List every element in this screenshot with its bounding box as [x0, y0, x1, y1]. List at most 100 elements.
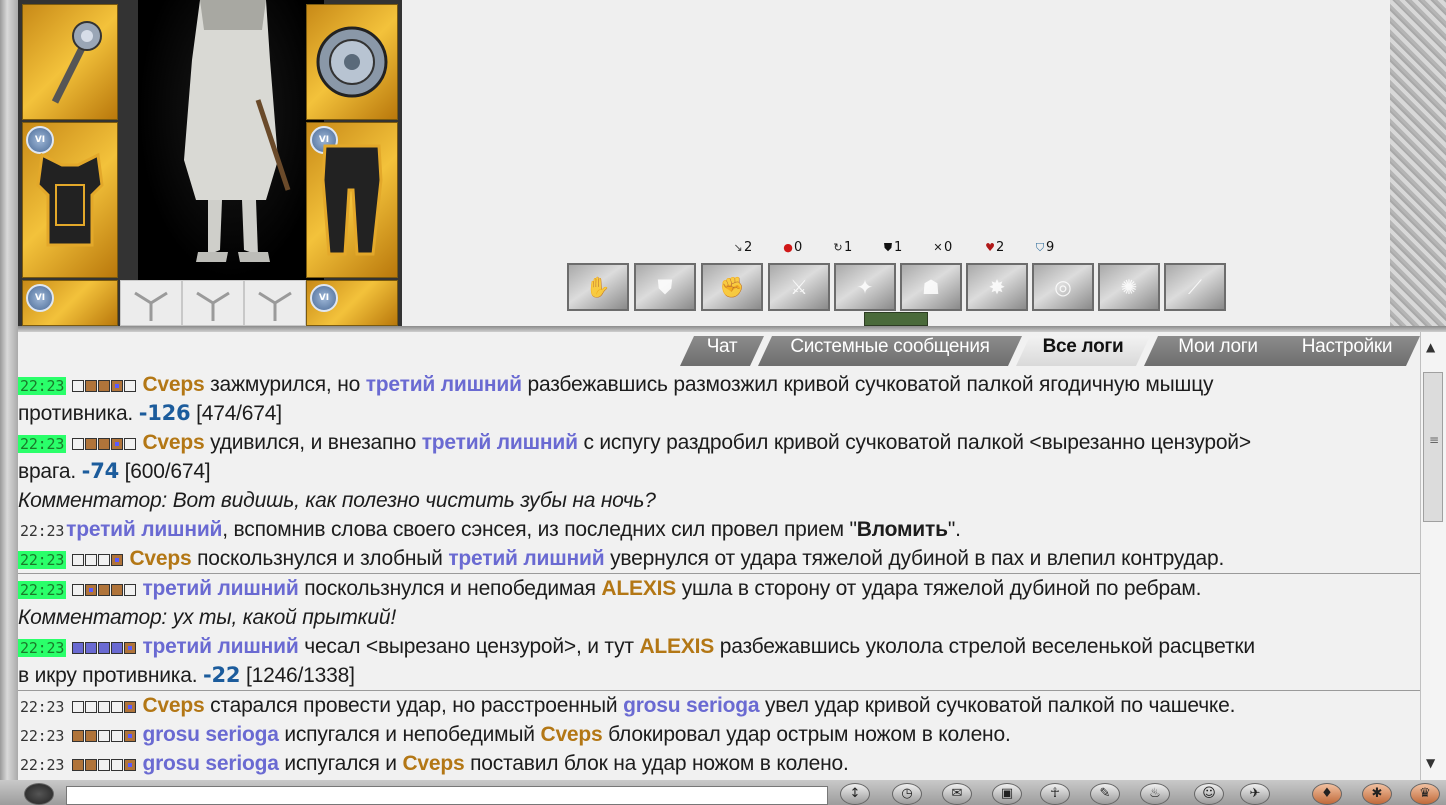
empty-ring-slot-2[interactable]: [182, 280, 244, 326]
tab-system-messages[interactable]: Системные сообщения: [758, 336, 1022, 366]
toolbar-button-3[interactable]: ✉: [942, 783, 972, 805]
log-entry-continuation: врага. -74 [600/674]: [18, 457, 1420, 486]
scroll-down-icon[interactable]: ▼: [1426, 756, 1435, 770]
log-panel: Чат Системные сообщения Все логи Мои лог…: [18, 332, 1420, 780]
damage-value: -22: [203, 663, 241, 687]
scroll-up-icon[interactable]: ▲: [1426, 340, 1435, 354]
chat-input[interactable]: [66, 786, 828, 805]
slash-icon: ✦: [856, 275, 874, 299]
spiked-shield-icon: [316, 26, 388, 98]
level-badge-icon: VI: [26, 284, 54, 312]
hit-zone-indicator: [71, 577, 137, 600]
log-tabs: Чат Системные сообщения Все логи Мои лог…: [18, 332, 1420, 370]
toolbar-button-10[interactable]: ♦: [1312, 783, 1342, 805]
technique-name: Вломить: [856, 518, 948, 541]
player-name[interactable]: Cveps: [142, 373, 204, 396]
player-name[interactable]: grosu serioga: [142, 723, 278, 746]
player-name[interactable]: третий лишний: [422, 431, 578, 454]
skill-button-8[interactable]: ◎: [1032, 263, 1094, 311]
armor-slot[interactable]: VI: [22, 122, 118, 278]
shield-skill-icon: ⛊: [657, 275, 673, 299]
stat-crossed-swords: ✕0: [932, 240, 952, 255]
hp-value: [1246/1338]: [240, 664, 355, 687]
stat-block: ⛊ 1: [882, 240, 902, 255]
player-name[interactable]: Cveps: [142, 694, 204, 717]
log-scrollbar[interactable]: ▲ ≡ ▼: [1420, 332, 1446, 780]
timestamp: 22:23: [20, 727, 65, 745]
skill-button-7[interactable]: ✸: [966, 263, 1028, 311]
boots-slot[interactable]: VI: [306, 280, 398, 326]
stat-value: 0: [944, 240, 953, 255]
tab-my-logs[interactable]: Мои логи: [1144, 336, 1292, 366]
toolbar-button-11[interactable]: ✱: [1362, 783, 1392, 805]
toolbar-button-7[interactable]: ♨: [1140, 783, 1170, 805]
player-name[interactable]: ALEXIS: [639, 635, 714, 658]
hit-zone-indicator: [71, 694, 137, 717]
fire-icon: ♨: [1149, 786, 1161, 801]
player-name[interactable]: Cveps: [402, 752, 464, 775]
timestamp: 22:23: [18, 435, 67, 453]
tab-settings[interactable]: Настройки: [1274, 336, 1420, 366]
toolbar-button-5[interactable]: ☥: [1040, 783, 1070, 805]
heart-icon: ♥: [985, 241, 995, 254]
toolbar-button-1[interactable]: ↕: [840, 783, 870, 805]
skill-button-9[interactable]: ✺: [1098, 263, 1160, 311]
mace-icon: [51, 21, 102, 104]
tab-all-logs[interactable]: Все логи: [1016, 336, 1150, 366]
toolbar-button-9[interactable]: ✈: [1240, 783, 1270, 805]
pen-icon: ✎: [1099, 786, 1111, 801]
skill-button-1[interactable]: ✋: [567, 263, 629, 311]
player-name[interactable]: grosu serioga: [142, 752, 278, 775]
toolbar-button-12[interactable]: ♛: [1410, 783, 1440, 805]
timestamp: 22:23: [18, 581, 67, 599]
character-equipment-panel: VI VI VI VI: [18, 0, 402, 326]
weapon-slot[interactable]: [22, 4, 118, 120]
skill-button-10[interactable]: ⟋: [1164, 263, 1226, 311]
player-name[interactable]: третий лишний: [366, 373, 522, 396]
skill-cooldown-indicator: [864, 312, 928, 326]
timestamp: 22:23: [18, 639, 67, 657]
shield-slot[interactable]: [306, 4, 398, 120]
player-name[interactable]: Cveps: [142, 431, 204, 454]
empty-ring-slot-1[interactable]: [120, 280, 182, 326]
ring-placeholder-icon: [134, 291, 168, 321]
log-text: увел удар кривой сучковатой палкой по ча…: [759, 694, 1236, 717]
window-icon: ▣: [1000, 786, 1014, 801]
log-entry: 22:23 третий лишний поскользнулся и непо…: [18, 573, 1420, 603]
skill-button-5[interactable]: ✦: [834, 263, 896, 311]
grip-icon: ≡: [1429, 433, 1440, 447]
player-name[interactable]: третий лишний: [448, 547, 604, 570]
skill-button-2[interactable]: ⛊: [634, 263, 696, 311]
leggings-slot[interactable]: VI: [306, 122, 398, 278]
chest-armor-icon: [36, 152, 104, 247]
toolbar-button-2[interactable]: ◷: [892, 783, 922, 805]
skill-button-3[interactable]: ✊: [701, 263, 763, 311]
player-name[interactable]: Cveps: [540, 723, 602, 746]
toolbar-button-4[interactable]: ▣: [992, 783, 1022, 805]
ring-placeholder-icon: [196, 291, 230, 321]
player-name[interactable]: третий лишний: [142, 577, 298, 600]
empty-ring-slot-3[interactable]: [244, 280, 306, 326]
blood-drop-icon: ●: [783, 241, 793, 254]
warrior-icon: ☗: [922, 275, 940, 299]
log-text: врага.: [18, 460, 82, 483]
hit-zone-indicator: [71, 752, 137, 775]
smiley-icon[interactable]: [24, 783, 54, 805]
belt-slot[interactable]: VI: [22, 280, 118, 326]
player-name[interactable]: Cveps: [129, 547, 191, 570]
log-entry-continuation: в икру противника. -22 [1246/1338]: [18, 661, 1420, 690]
player-name[interactable]: grosu serioga: [623, 694, 759, 717]
player-name[interactable]: третий лишний: [66, 518, 222, 541]
mail-icon: ✉: [951, 786, 963, 801]
scroll-thumb[interactable]: ≡: [1423, 372, 1443, 522]
player-name[interactable]: третий лишний: [142, 635, 298, 658]
player-name[interactable]: ALEXIS: [601, 577, 676, 600]
tab-chat[interactable]: Чат: [680, 336, 764, 366]
skill-button-6[interactable]: ☗: [900, 263, 962, 311]
toolbar-button-8[interactable]: ☺: [1194, 783, 1224, 805]
shield-bash-icon: ◎: [1054, 275, 1072, 299]
skill-button-4[interactable]: ⚔: [768, 263, 830, 311]
log-entry: 22:23 grosu serioga испугался и непобеди…: [18, 720, 1420, 749]
weapon-icon: ↘: [733, 241, 743, 254]
toolbar-button-6[interactable]: ✎: [1090, 783, 1120, 805]
